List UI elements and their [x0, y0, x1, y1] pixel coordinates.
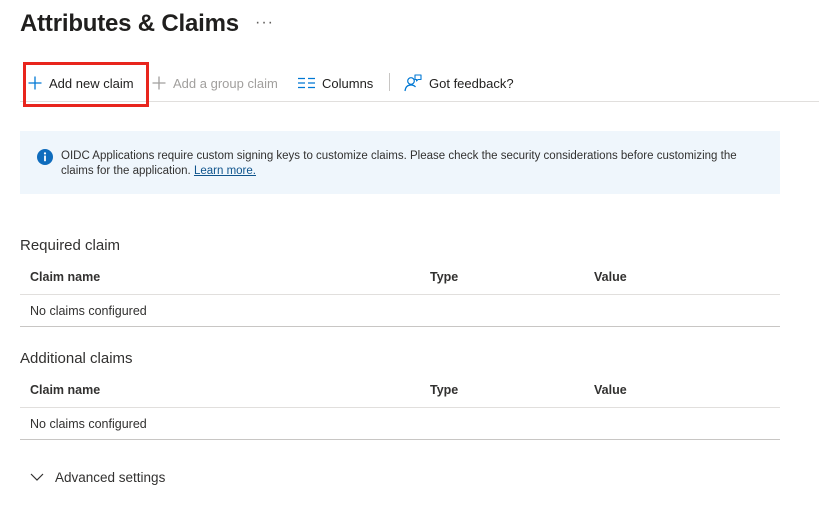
chevron-down-icon [30, 468, 44, 486]
empty-state-text: No claims configured [30, 304, 147, 318]
column-header-value[interactable]: Value [594, 270, 627, 284]
add-new-claim-label: Add new claim [49, 75, 134, 91]
command-toolbar: Add new claim Add a group claim Columns … [20, 62, 819, 107]
feedback-person-icon [404, 74, 422, 92]
more-icon[interactable]: ··· [255, 14, 274, 32]
empty-state-text: No claims configured [30, 417, 147, 431]
feedback-label: Got feedback? [429, 75, 514, 91]
advanced-settings-label: Advanced settings [55, 469, 166, 485]
additional-claims-table: Claim name Type Value No claims configur… [20, 375, 780, 440]
column-header-claim-name[interactable]: Claim name [30, 270, 100, 284]
advanced-settings-toggle[interactable]: Advanced settings [30, 468, 165, 486]
info-banner-text: OIDC Applications require custom signing… [61, 149, 771, 179]
learn-more-link[interactable]: Learn more. [194, 165, 256, 177]
columns-label: Columns [322, 75, 374, 91]
page-title: Attributes & Claims [20, 10, 239, 37]
table-row: No claims configured [20, 295, 780, 327]
add-new-claim-button[interactable]: Add new claim [28, 64, 134, 102]
info-icon [37, 149, 53, 170]
columns-button[interactable]: Columns [298, 64, 373, 102]
column-header-type[interactable]: Type [430, 270, 458, 284]
table-header: Claim name Type Value [20, 262, 780, 295]
add-group-claim-button[interactable]: Add a group claim [152, 64, 278, 102]
additional-claims-title: Additional claims [20, 350, 133, 367]
feedback-button[interactable]: Got feedback? [404, 64, 514, 102]
required-claims-table: Claim name Type Value No claims configur… [20, 262, 780, 327]
table-row: No claims configured [20, 408, 780, 440]
info-message: OIDC Applications require custom signing… [61, 150, 737, 177]
table-header: Claim name Type Value [20, 375, 780, 408]
plus-icon [152, 76, 166, 90]
toolbar-divider [389, 73, 390, 91]
column-header-claim-name[interactable]: Claim name [30, 383, 100, 397]
plus-icon [28, 76, 42, 90]
add-group-claim-label: Add a group claim [173, 75, 278, 91]
columns-icon [298, 77, 315, 89]
info-banner: OIDC Applications require custom signing… [20, 131, 780, 194]
column-header-type[interactable]: Type [430, 383, 458, 397]
required-claim-title: Required claim [20, 237, 121, 254]
column-header-value[interactable]: Value [594, 383, 627, 397]
